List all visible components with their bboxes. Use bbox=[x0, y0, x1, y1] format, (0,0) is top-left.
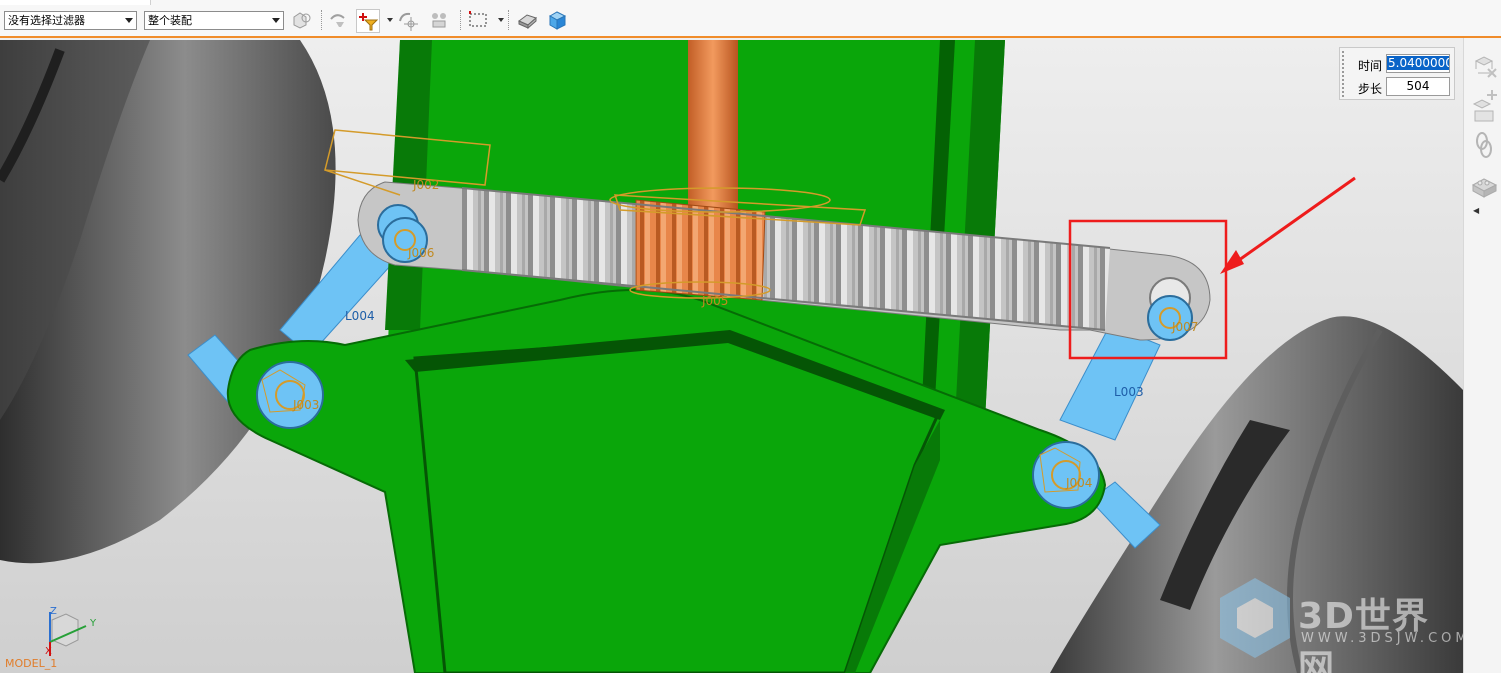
shaded-view-icon bbox=[518, 14, 537, 30]
selection-filter-button[interactable] bbox=[356, 9, 380, 33]
toolbar-separator bbox=[460, 10, 462, 30]
shaded-view-button[interactable] bbox=[516, 9, 538, 31]
simulation-time-panel: 时间 5.0400000 步长 504 bbox=[1339, 47, 1455, 100]
time-value: 5.0400000 bbox=[1387, 56, 1449, 70]
joint-label-j006: J006 bbox=[408, 246, 435, 260]
panel-grip-handle[interactable] bbox=[1342, 51, 1347, 97]
model-name: MODEL_1 bbox=[5, 657, 58, 670]
axis-label-z: Z bbox=[50, 606, 57, 617]
link-chain-icon bbox=[1476, 132, 1492, 158]
chevron-down-icon bbox=[125, 18, 133, 23]
joint-label-j002: J002 bbox=[413, 178, 440, 192]
constraint-button[interactable] bbox=[1469, 100, 1499, 130]
select-filter-button[interactable] bbox=[291, 9, 313, 31]
right-sidebar: ◀ bbox=[1463, 38, 1501, 673]
selection-filter-value: 没有选择过滤器 bbox=[8, 14, 85, 27]
link-label-l004: L004 bbox=[345, 309, 375, 323]
selection-filter-select[interactable]: 没有选择过滤器 bbox=[4, 11, 137, 30]
select-filter-icon bbox=[293, 12, 311, 29]
watermark: 3D世界网 WWW.3DSJW.COM bbox=[1215, 573, 1463, 673]
link-chain-button[interactable] bbox=[1469, 130, 1499, 160]
joint-label-j007: J007 bbox=[1172, 320, 1199, 334]
main-toolbar: 没有选择过滤器 整个装配 bbox=[0, 0, 1501, 38]
motion-icon bbox=[399, 12, 418, 31]
hub-j003 bbox=[256, 361, 324, 429]
snap-button[interactable] bbox=[428, 9, 450, 31]
time-label: 时间 bbox=[1358, 59, 1383, 73]
joint-label-j004: J004 bbox=[1066, 476, 1093, 490]
view-cube-icon bbox=[548, 11, 567, 30]
link-label-l003: L003 bbox=[1114, 385, 1144, 399]
lego-block-icon bbox=[1471, 178, 1498, 198]
view-cube-button[interactable] bbox=[546, 9, 568, 31]
step-label: 步长 bbox=[1358, 82, 1383, 96]
undo-filter-icon bbox=[330, 14, 345, 27]
rect-select-icon bbox=[469, 11, 487, 27]
collapse-arrow-icon[interactable]: ◀ bbox=[1473, 206, 1479, 215]
joint-label-j003: J003 bbox=[293, 398, 320, 412]
toolbar-separator bbox=[508, 10, 510, 30]
axis-label-x: X bbox=[45, 646, 52, 657]
chevron-down-icon bbox=[272, 18, 280, 23]
assembly-scope-value: 整个装配 bbox=[148, 14, 192, 27]
toolbar-tab bbox=[0, 0, 151, 5]
watermark-subtitle: WWW.3DSJW.COM bbox=[1301, 631, 1463, 646]
assembly-tree-button[interactable] bbox=[1469, 52, 1499, 82]
dropdown-icon[interactable] bbox=[498, 18, 504, 22]
rect-select-button[interactable] bbox=[467, 9, 489, 31]
watermark-logo-icon bbox=[1220, 578, 1290, 658]
axis-label-y: Y bbox=[90, 618, 97, 629]
joint-label-j005: J005 bbox=[702, 294, 729, 308]
assembly-tree-icon bbox=[1474, 56, 1497, 78]
time-field[interactable]: 5.0400000 bbox=[1386, 54, 1450, 73]
step-field[interactable]: 504 bbox=[1386, 77, 1450, 96]
snap-icon bbox=[432, 13, 446, 28]
3d-viewport[interactable]: J002 J006 J005 J007 J003 J004 L004 L003 … bbox=[0, 38, 1463, 673]
dropdown-icon[interactable] bbox=[387, 18, 393, 22]
selection-filter-icon bbox=[359, 13, 378, 31]
undo-filter-button[interactable] bbox=[327, 9, 349, 31]
toolbar-separator bbox=[321, 10, 323, 30]
lego-block-button[interactable] bbox=[1469, 170, 1499, 200]
assembly-scope-select[interactable]: 整个装配 bbox=[144, 11, 284, 30]
step-value: 504 bbox=[1406, 79, 1430, 93]
hub-j004 bbox=[1032, 441, 1100, 509]
watermark-title: 3D世界网 bbox=[1298, 596, 1429, 673]
motion-button[interactable] bbox=[396, 9, 418, 31]
constraint-icon bbox=[1474, 110, 1494, 122]
